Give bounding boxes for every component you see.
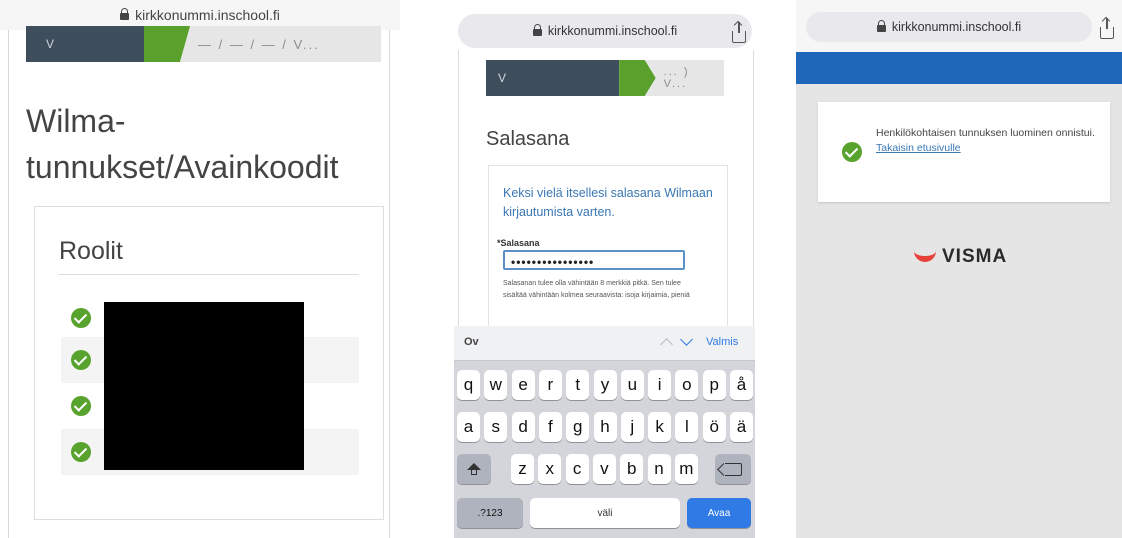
key-b[interactable]: b: [620, 454, 644, 484]
space-key[interactable]: väli: [530, 498, 680, 528]
check-circle-icon: [71, 442, 91, 462]
check-circle-icon: [842, 142, 862, 162]
step-current: [144, 26, 190, 62]
address-bar[interactable]: kirkkonummi.inschool.fi: [806, 12, 1092, 42]
backspace-key[interactable]: [715, 454, 751, 484]
key-l[interactable]: l: [675, 412, 699, 442]
key-t[interactable]: t: [566, 370, 590, 400]
visma-logo: VISMA: [914, 246, 1007, 268]
key-u[interactable]: u: [620, 370, 644, 400]
autofill-label: Ov: [464, 336, 479, 348]
shift-key[interactable]: [457, 454, 491, 484]
key-j[interactable]: j: [620, 412, 644, 442]
card-title: Roolit: [59, 237, 123, 265]
key-x[interactable]: x: [538, 454, 562, 484]
page-title: Wilma-tunnukset/Avainkoodit: [26, 103, 339, 185]
check-circle-icon: [71, 350, 91, 370]
progress-steps: V ... ) V...: [486, 60, 724, 96]
screenshot-password: kirkkonummi.inschool.fi V ... ) V... Sal…: [444, 0, 765, 538]
message-text: Henkilökohtaisen tunnuksen luominen onni…: [876, 127, 1095, 154]
key-s[interactable]: s: [484, 412, 508, 442]
check-circle-icon: [71, 308, 91, 328]
visma-mark-icon: [914, 246, 936, 262]
header-band: [796, 52, 1122, 84]
lock-icon: [532, 23, 542, 36]
key-f[interactable]: f: [538, 412, 562, 442]
backspace-icon: [724, 462, 742, 476]
key-z[interactable]: z: [511, 454, 534, 484]
intro-text: Keksi vielä itsellesi salasana Wilmaan k…: [503, 186, 713, 219]
numbers-key[interactable]: .?123: [457, 498, 523, 528]
logo-text: VISMA: [942, 246, 1008, 267]
page-title: Salasana: [486, 128, 570, 150]
key-c[interactable]: c: [565, 454, 589, 484]
url-text: kirkkonummi.inschool.fi: [547, 24, 678, 38]
screenshot-roles: kirkkonummi.inschool.fi V — / — / — / V.…: [0, 0, 400, 538]
key-g[interactable]: g: [566, 412, 590, 442]
back-to-home-link[interactable]: Takaisin etusivulle: [876, 142, 961, 154]
key-w[interactable]: w: [484, 370, 508, 400]
lock-icon: [876, 19, 886, 32]
key-ä[interactable]: ä: [730, 412, 753, 442]
address-bar[interactable]: kirkkonummi.inschool.fi: [458, 14, 752, 48]
step-current: [619, 60, 656, 96]
chevron-down-icon[interactable]: [680, 333, 693, 346]
key-d[interactable]: d: [511, 412, 535, 442]
shift-icon: [467, 462, 481, 475]
key-ö[interactable]: ö: [702, 412, 726, 442]
key-m[interactable]: m: [674, 454, 698, 484]
password-form: Keksi vielä itsellesi salasana Wilmaan k…: [488, 165, 728, 336]
url-text: kirkkonummi.inschool.fi: [135, 7, 280, 23]
key-i[interactable]: i: [648, 370, 672, 400]
redaction-box: [104, 302, 304, 470]
key-å[interactable]: å: [730, 370, 753, 400]
onscreen-keyboard: Ov Valmis qwertyuiopå asdfghjklöä zxcvbnm.…: [454, 326, 755, 538]
step-upcoming: ... ) V...: [663, 66, 690, 90]
key-v[interactable]: v: [592, 454, 616, 484]
key-r[interactable]: r: [538, 370, 562, 400]
step-completed: V: [26, 26, 144, 62]
go-key[interactable]: Avaa: [687, 498, 751, 528]
key-p[interactable]: p: [702, 370, 726, 400]
password-input[interactable]: ••••••••••••••••: [503, 250, 685, 270]
keyboard-toolbar: Ov Valmis: [454, 326, 755, 361]
password-label: *Salasana: [497, 238, 540, 248]
key-q[interactable]: q: [457, 370, 480, 400]
divider: [59, 274, 359, 275]
password-help: Salasanan tulee olla vähintään 8 merkkiä…: [503, 280, 690, 299]
check-circle-icon: [71, 396, 91, 416]
step-completed: V: [486, 60, 620, 96]
share-icon[interactable]: [1100, 18, 1114, 39]
key-a[interactable]: a: [457, 412, 480, 442]
lock-icon: [120, 7, 130, 20]
chevron-up-icon[interactable]: [660, 338, 673, 351]
url-text: kirkkonummi.inschool.fi: [891, 20, 1022, 34]
key-e[interactable]: e: [511, 370, 535, 400]
success-message: Henkilökohtaisen tunnuksen luominen onni…: [818, 102, 1110, 202]
share-icon[interactable]: [732, 22, 746, 43]
key-n[interactable]: n: [647, 454, 671, 484]
screenshot-success: kirkkonummi.inschool.fi Henkilökohtaisen…: [796, 0, 1122, 538]
key-h[interactable]: h: [593, 412, 617, 442]
progress-steps: V — / — / — / V...: [26, 26, 381, 62]
key-k[interactable]: k: [648, 412, 672, 442]
key-o[interactable]: o: [675, 370, 699, 400]
done-button[interactable]: Valmis: [706, 336, 738, 348]
key-y[interactable]: y: [593, 370, 617, 400]
step-upcoming: — / — / — / V...: [198, 36, 320, 52]
